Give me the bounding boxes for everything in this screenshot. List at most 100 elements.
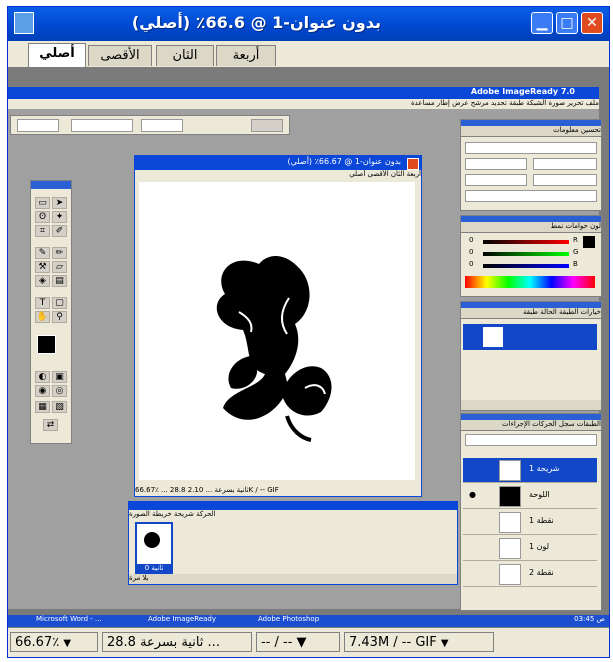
imageready-menu-bar[interactable]: ملف تحرير صورة الشبكة طبقة تحديد مرشح عر… xyxy=(8,99,599,109)
taskbar-item-imageready[interactable]: Adobe ImageReady xyxy=(148,615,216,623)
layer-options-tabs[interactable]: خيارات الطبقة الحالة طبقة xyxy=(461,308,601,319)
layer-thumbnail xyxy=(499,564,521,585)
layer-row[interactable]: شريحة 1 xyxy=(463,458,597,483)
taskbar: Microsoft Word - ... Adobe ImageReady Ad… xyxy=(8,615,609,627)
lossy-field[interactable] xyxy=(465,174,527,186)
gradient-tool-icon[interactable]: ▤ xyxy=(52,275,67,287)
options-select[interactable] xyxy=(71,119,133,132)
close-button[interactable]: ✕ xyxy=(581,12,603,34)
browser-preview-icon[interactable]: ◎ xyxy=(52,385,67,397)
layer-thumbnail xyxy=(499,538,521,559)
visibility-eye-icon[interactable]: ● xyxy=(469,490,476,499)
type-tool-icon[interactable]: T xyxy=(35,297,50,309)
matte-select[interactable] xyxy=(465,190,597,202)
toggle-map-icon[interactable]: ▧ xyxy=(52,401,67,413)
tab-four-up[interactable]: أربعة xyxy=(216,45,276,66)
loop-selector[interactable]: بلا مرة xyxy=(129,574,457,584)
layer-thumbnail xyxy=(499,512,521,533)
bucket-tool-icon[interactable]: ◈ xyxy=(35,275,50,287)
taskbar-item-photoshop[interactable]: Adobe Photoshop xyxy=(258,615,319,623)
shape-tool-icon[interactable]: ▢ xyxy=(52,297,67,309)
document-tabs[interactable]: أربعة الثان الأقصى أصلي xyxy=(135,170,421,180)
layer-row[interactable]: نقطة 2 xyxy=(463,562,597,587)
frame-delay[interactable]: 0 ثانية xyxy=(137,564,171,574)
maximize-button[interactable]: □ xyxy=(556,12,578,34)
mask-mode-icon[interactable]: ◐ xyxy=(35,371,50,383)
options-field[interactable] xyxy=(17,119,59,132)
title-bar[interactable]: بدون عنوان-1 @ 66.6٪ (أصلي) ▁ □ ✕ xyxy=(8,7,609,41)
red-value[interactable]: 0 xyxy=(469,236,473,244)
blend-mode-select[interactable] xyxy=(465,434,597,446)
color-tabs[interactable]: لون حوامات نمط xyxy=(461,222,601,233)
zoom-tool-icon[interactable]: ⚲ xyxy=(52,311,67,323)
marquee-tool-icon[interactable]: ▭ xyxy=(35,197,50,209)
layer-row[interactable]: نقطة 1 xyxy=(463,510,597,535)
taskbar-item-word[interactable]: Microsoft Word - ... xyxy=(36,615,102,623)
layer-row[interactable]: لون 1 xyxy=(463,536,597,561)
wand-tool-icon[interactable]: ✦ xyxy=(52,211,67,223)
blue-label: B xyxy=(573,260,578,268)
blue-slider[interactable] xyxy=(483,264,569,268)
options-bar xyxy=(10,115,290,135)
toolbox-caption[interactable] xyxy=(31,181,71,189)
brush-tool-icon[interactable]: ✎ xyxy=(35,247,50,259)
options-input[interactable] xyxy=(141,119,183,132)
green-label: G xyxy=(573,248,579,256)
download-time-field[interactable]: 28.8 ثانية بسرعة ... xyxy=(102,632,252,652)
selected-state-row[interactable] xyxy=(463,324,597,350)
dither-select[interactable] xyxy=(533,158,597,170)
layer-row[interactable]: ● اللوحة xyxy=(463,484,597,509)
screen-mode-icon[interactable]: ▣ xyxy=(52,371,67,383)
layer-label: نقطة 2 xyxy=(529,568,554,577)
document-close-icon[interactable] xyxy=(407,158,419,170)
app-icon[interactable] xyxy=(14,12,34,34)
minimize-button[interactable]: ▁ xyxy=(531,12,553,34)
tab-two-up[interactable]: الثان xyxy=(156,45,214,66)
blue-value[interactable]: 0 xyxy=(469,260,473,268)
maximize-icon: □ xyxy=(560,15,574,31)
lasso-tool-icon[interactable]: ʘ xyxy=(35,211,50,223)
eraser-tool-icon[interactable]: ▱ xyxy=(52,261,67,273)
preview-icon[interactable]: ◉ xyxy=(35,385,50,397)
toggle-slices-icon[interactable]: ▦ xyxy=(35,401,50,413)
hand-tool-icon[interactable]: ✋ xyxy=(35,311,50,323)
color-ramp[interactable] xyxy=(465,276,595,288)
document-title-bar[interactable]: بدون عنوان-1 @ 66.67٪ (أصلي) xyxy=(135,156,421,170)
status-bar: 66.67٪ ▼ 28.8 ثانية بسرعة ... -- / -- ▼ … xyxy=(8,627,609,657)
minimize-icon: ▁ xyxy=(536,15,548,31)
imageready-title: Adobe ImageReady 7.0 xyxy=(470,87,575,96)
imageready-title-bar[interactable]: Adobe ImageReady 7.0 xyxy=(8,87,599,99)
layer-label: لون 1 xyxy=(529,542,550,551)
animation-tabs[interactable]: الحركة شريحة خريطة الصورة xyxy=(129,510,457,520)
transparency-select[interactable] xyxy=(533,174,597,186)
optimize-tabs[interactable]: تحسين معلومات xyxy=(461,126,601,137)
red-slider[interactable] xyxy=(483,240,569,244)
slice-tool-icon[interactable]: ✐ xyxy=(52,225,67,237)
animation-caption[interactable] xyxy=(129,502,457,510)
tab-original[interactable]: أصلي xyxy=(28,43,86,67)
preset-select[interactable] xyxy=(465,142,597,154)
filesize-select[interactable]: 7.43M / -- GIF ▼ xyxy=(344,632,494,652)
green-slider[interactable] xyxy=(483,252,569,256)
zoom-level-select[interactable]: 66.67٪ ▼ xyxy=(10,632,98,652)
dimensions-value: -- / -- ▼ xyxy=(261,635,307,650)
layers-tabs[interactable]: الطبقات سجل الحركات الإجراءات xyxy=(461,420,601,431)
foreground-swatch[interactable] xyxy=(583,236,595,248)
frame-thumbnail xyxy=(144,532,160,548)
pencil-tool-icon[interactable]: ✏ xyxy=(52,247,67,259)
foreground-color[interactable] xyxy=(37,335,56,354)
stamp-tool-icon[interactable]: ⚒ xyxy=(35,261,50,273)
document-paper[interactable] xyxy=(139,182,415,480)
green-value[interactable]: 0 xyxy=(469,248,473,256)
jump-to-photoshop-icon[interactable]: ⇄ xyxy=(43,419,58,431)
view-tabs: أربعة الثان الأقصى أصلي xyxy=(8,41,609,68)
window-title: بدون عنوان-1 @ 66.6٪ (أصلي) xyxy=(131,13,381,32)
options-buttons[interactable] xyxy=(251,119,283,132)
tab-optimized[interactable]: الأقصى xyxy=(88,45,152,66)
colors-select[interactable] xyxy=(465,158,527,170)
crop-tool-icon[interactable]: ⌗ xyxy=(35,225,50,237)
taskbar-clock: 03:45 ص xyxy=(574,615,605,623)
animation-frame[interactable]: 0 ثانية xyxy=(135,522,173,576)
move-tool-icon[interactable]: ➤ xyxy=(52,197,67,209)
dimensions-select[interactable]: -- / -- ▼ xyxy=(256,632,340,652)
